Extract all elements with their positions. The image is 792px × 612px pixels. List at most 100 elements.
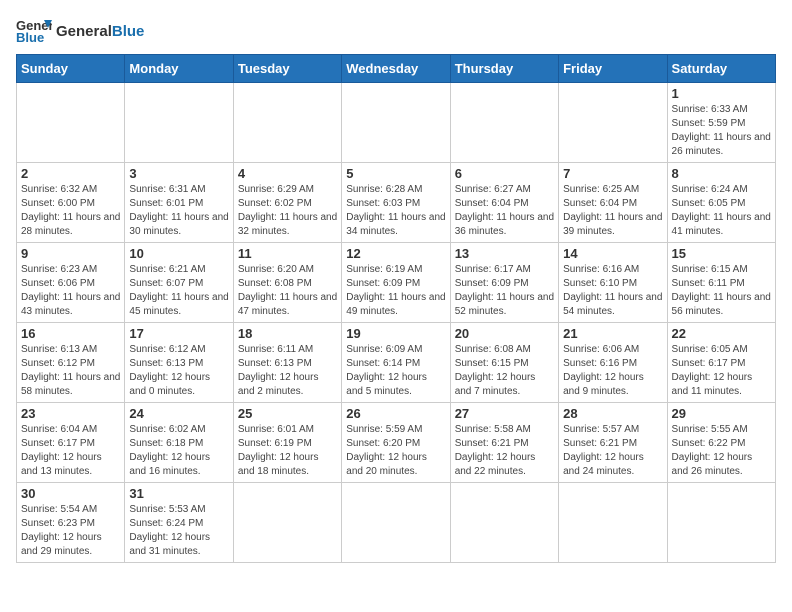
day-info: Sunrise: 6:23 AM Sunset: 6:06 PM Dayligh…: [21, 263, 120, 319]
day-info: Sunrise: 6:01 AM Sunset: 6:19 PM Dayligh…: [238, 423, 337, 479]
day-info: Sunrise: 6:05 AM Sunset: 6:17 PM Dayligh…: [672, 343, 771, 399]
calendar-cell: 22Sunrise: 6:05 AM Sunset: 6:17 PM Dayli…: [667, 323, 775, 403]
day-info: Sunrise: 6:02 AM Sunset: 6:18 PM Dayligh…: [129, 423, 228, 479]
calendar-row: 30Sunrise: 5:54 AM Sunset: 6:23 PM Dayli…: [17, 483, 776, 563]
weekday-header-cell: Saturday: [667, 55, 775, 83]
day-number: 12: [346, 246, 445, 261]
calendar: SundayMondayTuesdayWednesdayThursdayFrid…: [16, 54, 776, 563]
calendar-cell: [342, 483, 450, 563]
day-number: 5: [346, 166, 445, 181]
day-info: Sunrise: 6:20 AM Sunset: 6:08 PM Dayligh…: [238, 263, 337, 319]
day-number: 27: [455, 406, 554, 421]
calendar-row: 23Sunrise: 6:04 AM Sunset: 6:17 PM Dayli…: [17, 403, 776, 483]
calendar-cell: 15 Sunrise: 6:15 AM Sunset: 6:11 PM Dayli…: [667, 243, 775, 323]
calendar-cell: [450, 83, 558, 163]
day-info: Sunrise: 6:17 AM Sunset: 6:09 PM Dayligh…: [455, 263, 554, 319]
calendar-cell: 4 Sunrise: 6:29 AM Sunset: 6:02 PM Daylig…: [233, 163, 341, 243]
weekday-header-cell: Tuesday: [233, 55, 341, 83]
day-info: Sunrise: 5:59 AM Sunset: 6:20 PM Dayligh…: [346, 423, 445, 479]
svg-text:Blue: Blue: [16, 30, 44, 45]
calendar-cell: 17Sunrise: 6:12 AM Sunset: 6:13 PM Dayli…: [125, 323, 233, 403]
calendar-row: 2 Sunrise: 6:32 AM Sunset: 6:00 PM Daylig…: [17, 163, 776, 243]
calendar-cell: [559, 483, 667, 563]
calendar-body: 1Sunrise: 6:33 AM Sunset: 5:59 PM Daylig…: [17, 83, 776, 563]
calendar-cell: 29Sunrise: 5:55 AM Sunset: 6:22 PM Dayli…: [667, 403, 775, 483]
day-info: Sunrise: 6:15 AM Sunset: 6:11 PM Dayligh…: [672, 263, 771, 319]
calendar-cell: 26 Sunrise: 5:59 AM Sunset: 6:20 PM Dayli…: [342, 403, 450, 483]
calendar-cell: 1Sunrise: 6:33 AM Sunset: 5:59 PM Daylig…: [667, 83, 775, 163]
day-info: Sunrise: 6:08 AM Sunset: 6:15 PM Dayligh…: [455, 343, 554, 399]
day-info: Sunrise: 5:58 AM Sunset: 6:21 PM Dayligh…: [455, 423, 554, 479]
day-number: 25: [238, 406, 337, 421]
day-info: Sunrise: 6:06 AM Sunset: 6:16 PM Dayligh…: [563, 343, 662, 399]
day-number: 15: [672, 246, 771, 261]
day-number: 23: [21, 406, 120, 421]
weekday-header-cell: Wednesday: [342, 55, 450, 83]
calendar-cell: 18Sunrise: 6:11 AM Sunset: 6:13 PM Dayli…: [233, 323, 341, 403]
calendar-cell: 24Sunrise: 6:02 AM Sunset: 6:18 PM Dayli…: [125, 403, 233, 483]
day-number: 3: [129, 166, 228, 181]
day-info: Sunrise: 5:55 AM Sunset: 6:22 PM Dayligh…: [672, 423, 771, 479]
day-info: Sunrise: 6:32 AM Sunset: 6:00 PM Dayligh…: [21, 183, 120, 239]
day-number: 13: [455, 246, 554, 261]
weekday-header-cell: Sunday: [17, 55, 125, 83]
calendar-cell: 30Sunrise: 5:54 AM Sunset: 6:23 PM Dayli…: [17, 483, 125, 563]
day-info: Sunrise: 5:54 AM Sunset: 6:23 PM Dayligh…: [21, 503, 120, 559]
day-number: 2: [21, 166, 120, 181]
weekday-header-cell: Thursday: [450, 55, 558, 83]
day-number: 28: [563, 406, 662, 421]
calendar-cell: 10 Sunrise: 6:21 AM Sunset: 6:07 PM Dayli…: [125, 243, 233, 323]
logo-text: GeneralBlue: [56, 23, 144, 40]
day-number: 21: [563, 326, 662, 341]
logo: General Blue GeneralBlue: [16, 16, 144, 46]
calendar-cell: [17, 83, 125, 163]
weekday-header-cell: Monday: [125, 55, 233, 83]
day-number: 4: [238, 166, 337, 181]
calendar-row: 16 Sunrise: 6:13 AM Sunset: 6:12 PM Dayli…: [17, 323, 776, 403]
day-info: Sunrise: 6:28 AM Sunset: 6:03 PM Dayligh…: [346, 183, 445, 239]
day-number: 6: [455, 166, 554, 181]
weekday-header-cell: Friday: [559, 55, 667, 83]
day-number: 18: [238, 326, 337, 341]
calendar-cell: 5 Sunrise: 6:28 AM Sunset: 6:03 PM Daylig…: [342, 163, 450, 243]
calendar-cell: 28 Sunrise: 5:57 AM Sunset: 6:21 PM Dayli…: [559, 403, 667, 483]
calendar-cell: [233, 83, 341, 163]
calendar-cell: 11Sunrise: 6:20 AM Sunset: 6:08 PM Dayli…: [233, 243, 341, 323]
calendar-row: 1Sunrise: 6:33 AM Sunset: 5:59 PM Daylig…: [17, 83, 776, 163]
calendar-cell: 16 Sunrise: 6:13 AM Sunset: 6:12 PM Dayli…: [17, 323, 125, 403]
day-number: 26: [346, 406, 445, 421]
calendar-cell: 13 Sunrise: 6:17 AM Sunset: 6:09 PM Dayli…: [450, 243, 558, 323]
calendar-cell: [125, 83, 233, 163]
day-info: Sunrise: 6:24 AM Sunset: 6:05 PM Dayligh…: [672, 183, 771, 239]
calendar-cell: [667, 483, 775, 563]
day-info: Sunrise: 6:13 AM Sunset: 6:12 PM Dayligh…: [21, 343, 120, 399]
day-number: 16: [21, 326, 120, 341]
calendar-cell: 12Sunrise: 6:19 AM Sunset: 6:09 PM Dayli…: [342, 243, 450, 323]
day-number: 10: [129, 246, 228, 261]
calendar-cell: 27 Sunrise: 5:58 AM Sunset: 6:21 PM Dayli…: [450, 403, 558, 483]
day-info: Sunrise: 6:09 AM Sunset: 6:14 PM Dayligh…: [346, 343, 445, 399]
calendar-cell: 31Sunrise: 5:53 AM Sunset: 6:24 PM Dayli…: [125, 483, 233, 563]
calendar-cell: 23Sunrise: 6:04 AM Sunset: 6:17 PM Dayli…: [17, 403, 125, 483]
day-info: Sunrise: 6:21 AM Sunset: 6:07 PM Dayligh…: [129, 263, 228, 319]
day-number: 8: [672, 166, 771, 181]
header: General Blue GeneralBlue: [16, 16, 776, 46]
calendar-cell: 20Sunrise: 6:08 AM Sunset: 6:15 PM Dayli…: [450, 323, 558, 403]
calendar-cell: 2 Sunrise: 6:32 AM Sunset: 6:00 PM Daylig…: [17, 163, 125, 243]
calendar-cell: [450, 483, 558, 563]
day-info: Sunrise: 6:29 AM Sunset: 6:02 PM Dayligh…: [238, 183, 337, 239]
calendar-cell: 3Sunrise: 6:31 AM Sunset: 6:01 PM Daylig…: [125, 163, 233, 243]
calendar-cell: [559, 83, 667, 163]
calendar-cell: [342, 83, 450, 163]
calendar-row: 9Sunrise: 6:23 AM Sunset: 6:06 PM Daylig…: [17, 243, 776, 323]
calendar-cell: 21 Sunrise: 6:06 AM Sunset: 6:16 PM Dayli…: [559, 323, 667, 403]
day-number: 19: [346, 326, 445, 341]
logo-icon: General Blue: [16, 16, 52, 46]
day-info: Sunrise: 5:57 AM Sunset: 6:21 PM Dayligh…: [563, 423, 662, 479]
calendar-cell: 19 Sunrise: 6:09 AM Sunset: 6:14 PM Dayli…: [342, 323, 450, 403]
calendar-cell: 7Sunrise: 6:25 AM Sunset: 6:04 PM Daylig…: [559, 163, 667, 243]
day-info: Sunrise: 6:16 AM Sunset: 6:10 PM Dayligh…: [563, 263, 662, 319]
day-number: 1: [672, 86, 771, 101]
day-info: Sunrise: 6:12 AM Sunset: 6:13 PM Dayligh…: [129, 343, 228, 399]
calendar-cell: 14Sunrise: 6:16 AM Sunset: 6:10 PM Dayli…: [559, 243, 667, 323]
